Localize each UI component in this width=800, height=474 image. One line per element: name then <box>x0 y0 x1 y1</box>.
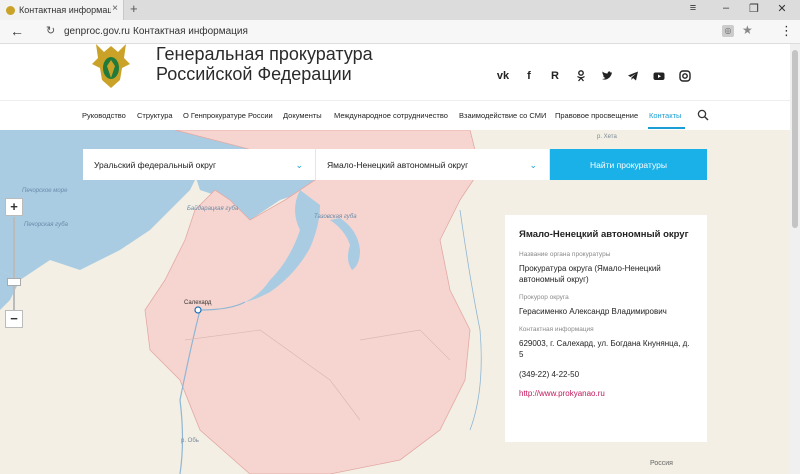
rutube-icon[interactable]: R <box>542 70 568 84</box>
prosecutor-value: Герасименко Александр Владимирович <box>519 307 667 316</box>
page-scrollbar[interactable] <box>790 44 800 474</box>
org-value: Прокуратура округа (Ямало-Ненецкий автон… <box>519 264 661 284</box>
nav-item-legal-education[interactable]: Правовое просвещение <box>555 111 638 120</box>
minimize-button[interactable]: – <box>716 2 736 14</box>
tab-close-icon[interactable]: × <box>112 3 118 14</box>
zoom-slider-track[interactable] <box>13 217 15 310</box>
district-select-value: Уральский федеральный округ <box>94 159 217 170</box>
map-label-salekhard: Салехард <box>184 300 212 306</box>
protect-icon[interactable]: ◎ <box>722 25 734 37</box>
map-label-river-ob: р. Обь <box>181 438 199 444</box>
new-tab-button[interactable]: + <box>130 1 138 16</box>
search-icon[interactable] <box>697 109 709 121</box>
site-header: Генеральная прокуратура Российской Федер… <box>0 44 790 100</box>
contact-label: Контактная информация <box>519 326 594 333</box>
nav-item-structure[interactable]: Структура <box>137 111 173 120</box>
zoom-out-button[interactable]: − <box>5 310 23 328</box>
map-label-russia: Россия <box>650 460 673 467</box>
chevron-down-icon: ⌄ <box>529 160 537 170</box>
prosecutor-emblem-logo[interactable] <box>86 44 136 90</box>
refresh-icon[interactable]: ↻ <box>46 24 55 37</box>
chevron-down-icon: ⌄ <box>295 160 303 170</box>
nav-item-media[interactable]: Взаимодействие со СМИ <box>459 111 546 120</box>
org-label: Название органа прокуратуры <box>519 251 611 258</box>
prosecutor-label: Прокурор округа <box>519 294 569 301</box>
nav-item-international[interactable]: Международное сотрудничество <box>334 111 448 120</box>
main-nav: Руководство Структура О Генпрокуратуре Р… <box>0 100 790 130</box>
nav-item-documents[interactable]: Документы <box>283 111 322 120</box>
twitter-icon[interactable] <box>594 70 620 84</box>
org-name-line2: Российской Федерации <box>156 64 352 84</box>
nav-item-contacts[interactable]: Контакты <box>649 111 681 120</box>
nav-item-about[interactable]: О Генпрокуратуре России <box>183 111 273 120</box>
map-label-baydaratskaya: Байдарацкая губа <box>187 206 239 212</box>
region-select[interactable]: Ямало-Ненецкий автономный округ ⌄ <box>316 149 550 180</box>
zoom-in-button[interactable]: + <box>5 198 23 216</box>
restore-button[interactable]: ❐ <box>744 2 764 15</box>
bookmark-star-icon[interactable]: ★ <box>742 23 753 37</box>
nav-item-leadership[interactable]: Руководство <box>82 111 126 120</box>
telegram-icon[interactable] <box>620 70 646 84</box>
card-title: Ямало-Ненецкий автономный округ <box>519 229 689 240</box>
find-prosecutors-button[interactable]: Найти прокуратуры <box>550 149 707 180</box>
org-name[interactable]: Генеральная прокуратура Российской Федер… <box>156 44 373 84</box>
browser-menu-icon[interactable]: ⋮ <box>780 23 793 39</box>
website-link[interactable]: http://www.prokyanao.ru <box>519 389 693 398</box>
browser-tab-bar: Контактная информаци × + ≡ – ❐ ✕ <box>0 0 800 20</box>
tabs-list-icon[interactable]: ≡ <box>683 2 703 14</box>
map-label-taz-bay: Тазовская губа <box>314 214 357 220</box>
social-links: vk f R <box>490 70 698 84</box>
scrollbar-thumb[interactable] <box>792 50 798 228</box>
zoom-slider-handle[interactable] <box>7 278 21 286</box>
site-favicon-icon <box>6 5 15 15</box>
vk-icon[interactable]: vk <box>490 70 516 84</box>
map-label-pechora-bay: Печорская губа <box>24 222 68 228</box>
region-select-value: Ямало-Ненецкий автономный округ <box>327 159 469 170</box>
address-value: 629003, г. Салехард, ул. Богдана Кнунянц… <box>519 339 690 359</box>
map-label-pechora-sea: Печорское море <box>22 188 68 194</box>
region-info-card: Ямало-Ненецкий автономный округ Название… <box>505 215 707 442</box>
active-tab-indicator <box>648 127 685 129</box>
instagram-icon[interactable] <box>672 70 698 84</box>
map-label-river-kheta: р. Хета <box>597 134 617 140</box>
back-button[interactable]: ← <box>10 23 24 39</box>
facebook-icon[interactable]: f <box>516 70 542 84</box>
url-domain[interactable]: genproc.gov.ru <box>64 26 130 37</box>
district-select[interactable]: Уральский федеральный округ ⌄ <box>83 149 316 180</box>
phone-value: (349-22) 4-22-50 <box>519 370 580 379</box>
address-bar: ← ↻ genproc.gov.ru Контактная информация… <box>0 20 800 44</box>
close-window-button[interactable]: ✕ <box>772 2 792 15</box>
org-name-line1: Генеральная прокуратура <box>156 44 373 64</box>
odnoklassniki-icon[interactable] <box>568 70 594 84</box>
tab-title: Контактная информаци <box>19 5 111 15</box>
browser-tab[interactable]: Контактная информаци × <box>0 0 124 20</box>
url-page-title[interactable]: Контактная информация <box>133 26 248 37</box>
youtube-icon[interactable] <box>646 70 672 84</box>
